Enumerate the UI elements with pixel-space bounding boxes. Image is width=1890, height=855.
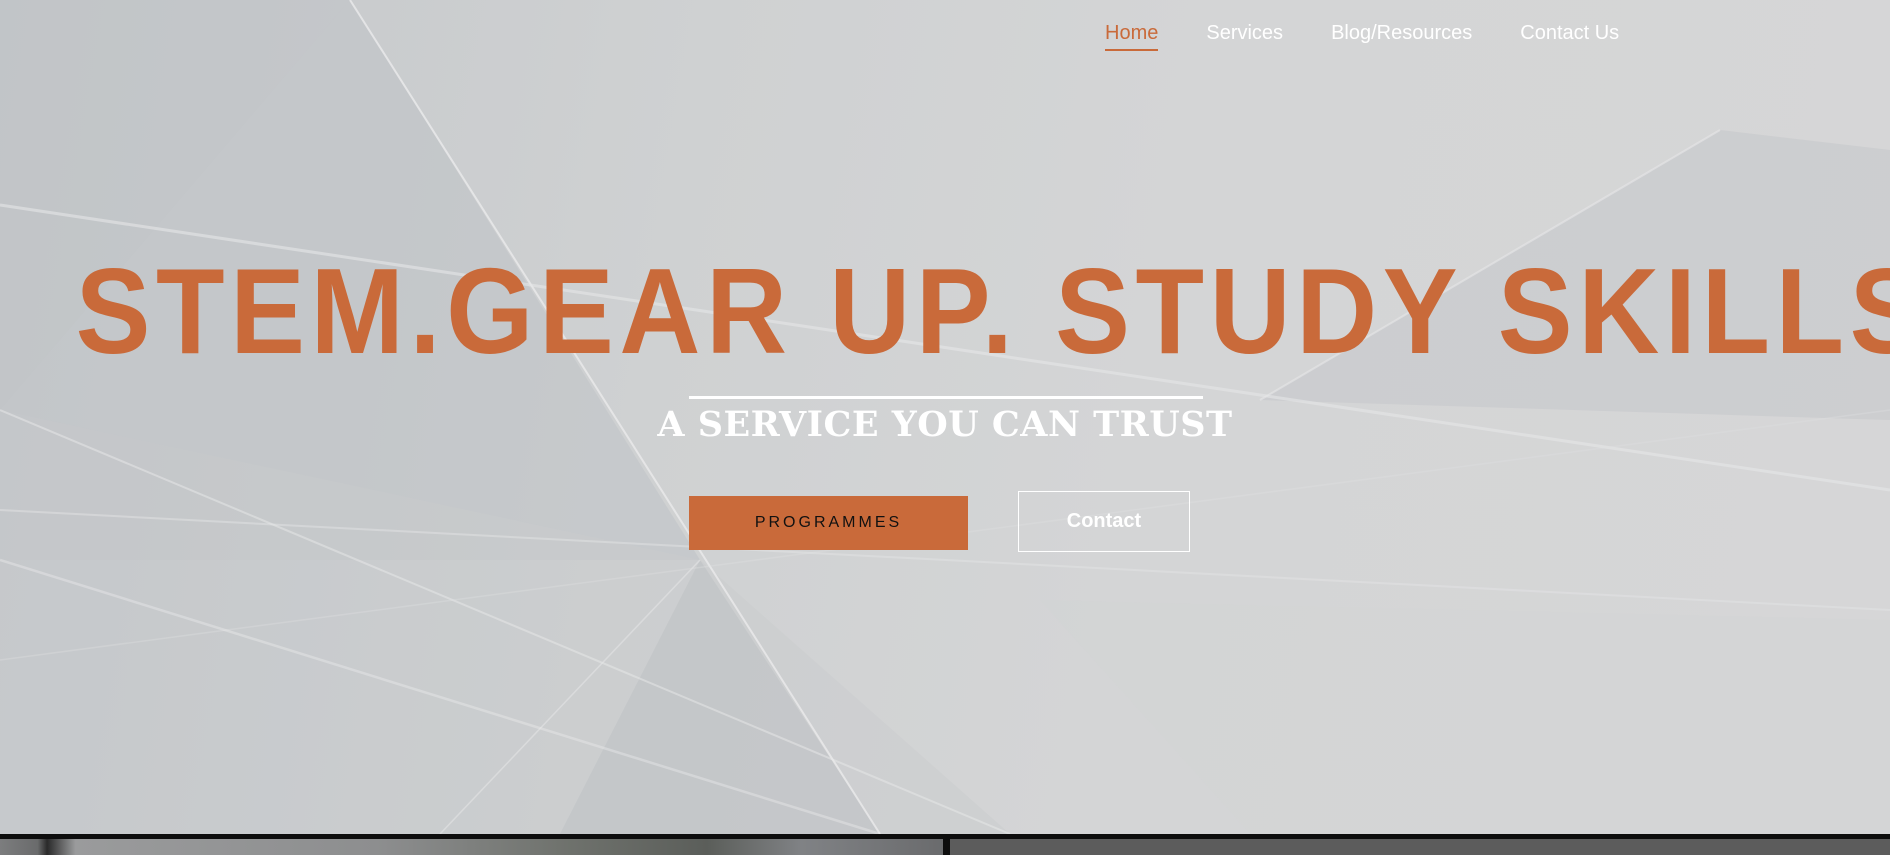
- contact-button[interactable]: Contact: [1018, 491, 1190, 552]
- preview-image-left: [0, 839, 943, 855]
- page: Home Services Blog/Resources Contact Us …: [0, 0, 1890, 855]
- main-nav: Home Services Blog/Resources Contact Us: [1105, 22, 1667, 51]
- programmes-button[interactable]: PROGRAMMES: [689, 496, 968, 550]
- nav-item-services[interactable]: Services: [1206, 22, 1283, 51]
- preview-image-right: [950, 839, 1890, 855]
- subtitle-divider: [689, 396, 1203, 399]
- hero-headline: STEM.GEAR UP. STUDY SKILLS.: [75, 243, 1890, 379]
- hero-subtitle: A SERVICE YOU CAN TRUST: [657, 404, 1233, 445]
- nav-item-blog-resources[interactable]: Blog/Resources: [1331, 22, 1472, 51]
- nav-item-contact-us[interactable]: Contact Us: [1520, 22, 1619, 51]
- nav-item-home[interactable]: Home: [1105, 22, 1159, 51]
- hero-section: Home Services Blog/Resources Contact Us …: [0, 0, 1890, 834]
